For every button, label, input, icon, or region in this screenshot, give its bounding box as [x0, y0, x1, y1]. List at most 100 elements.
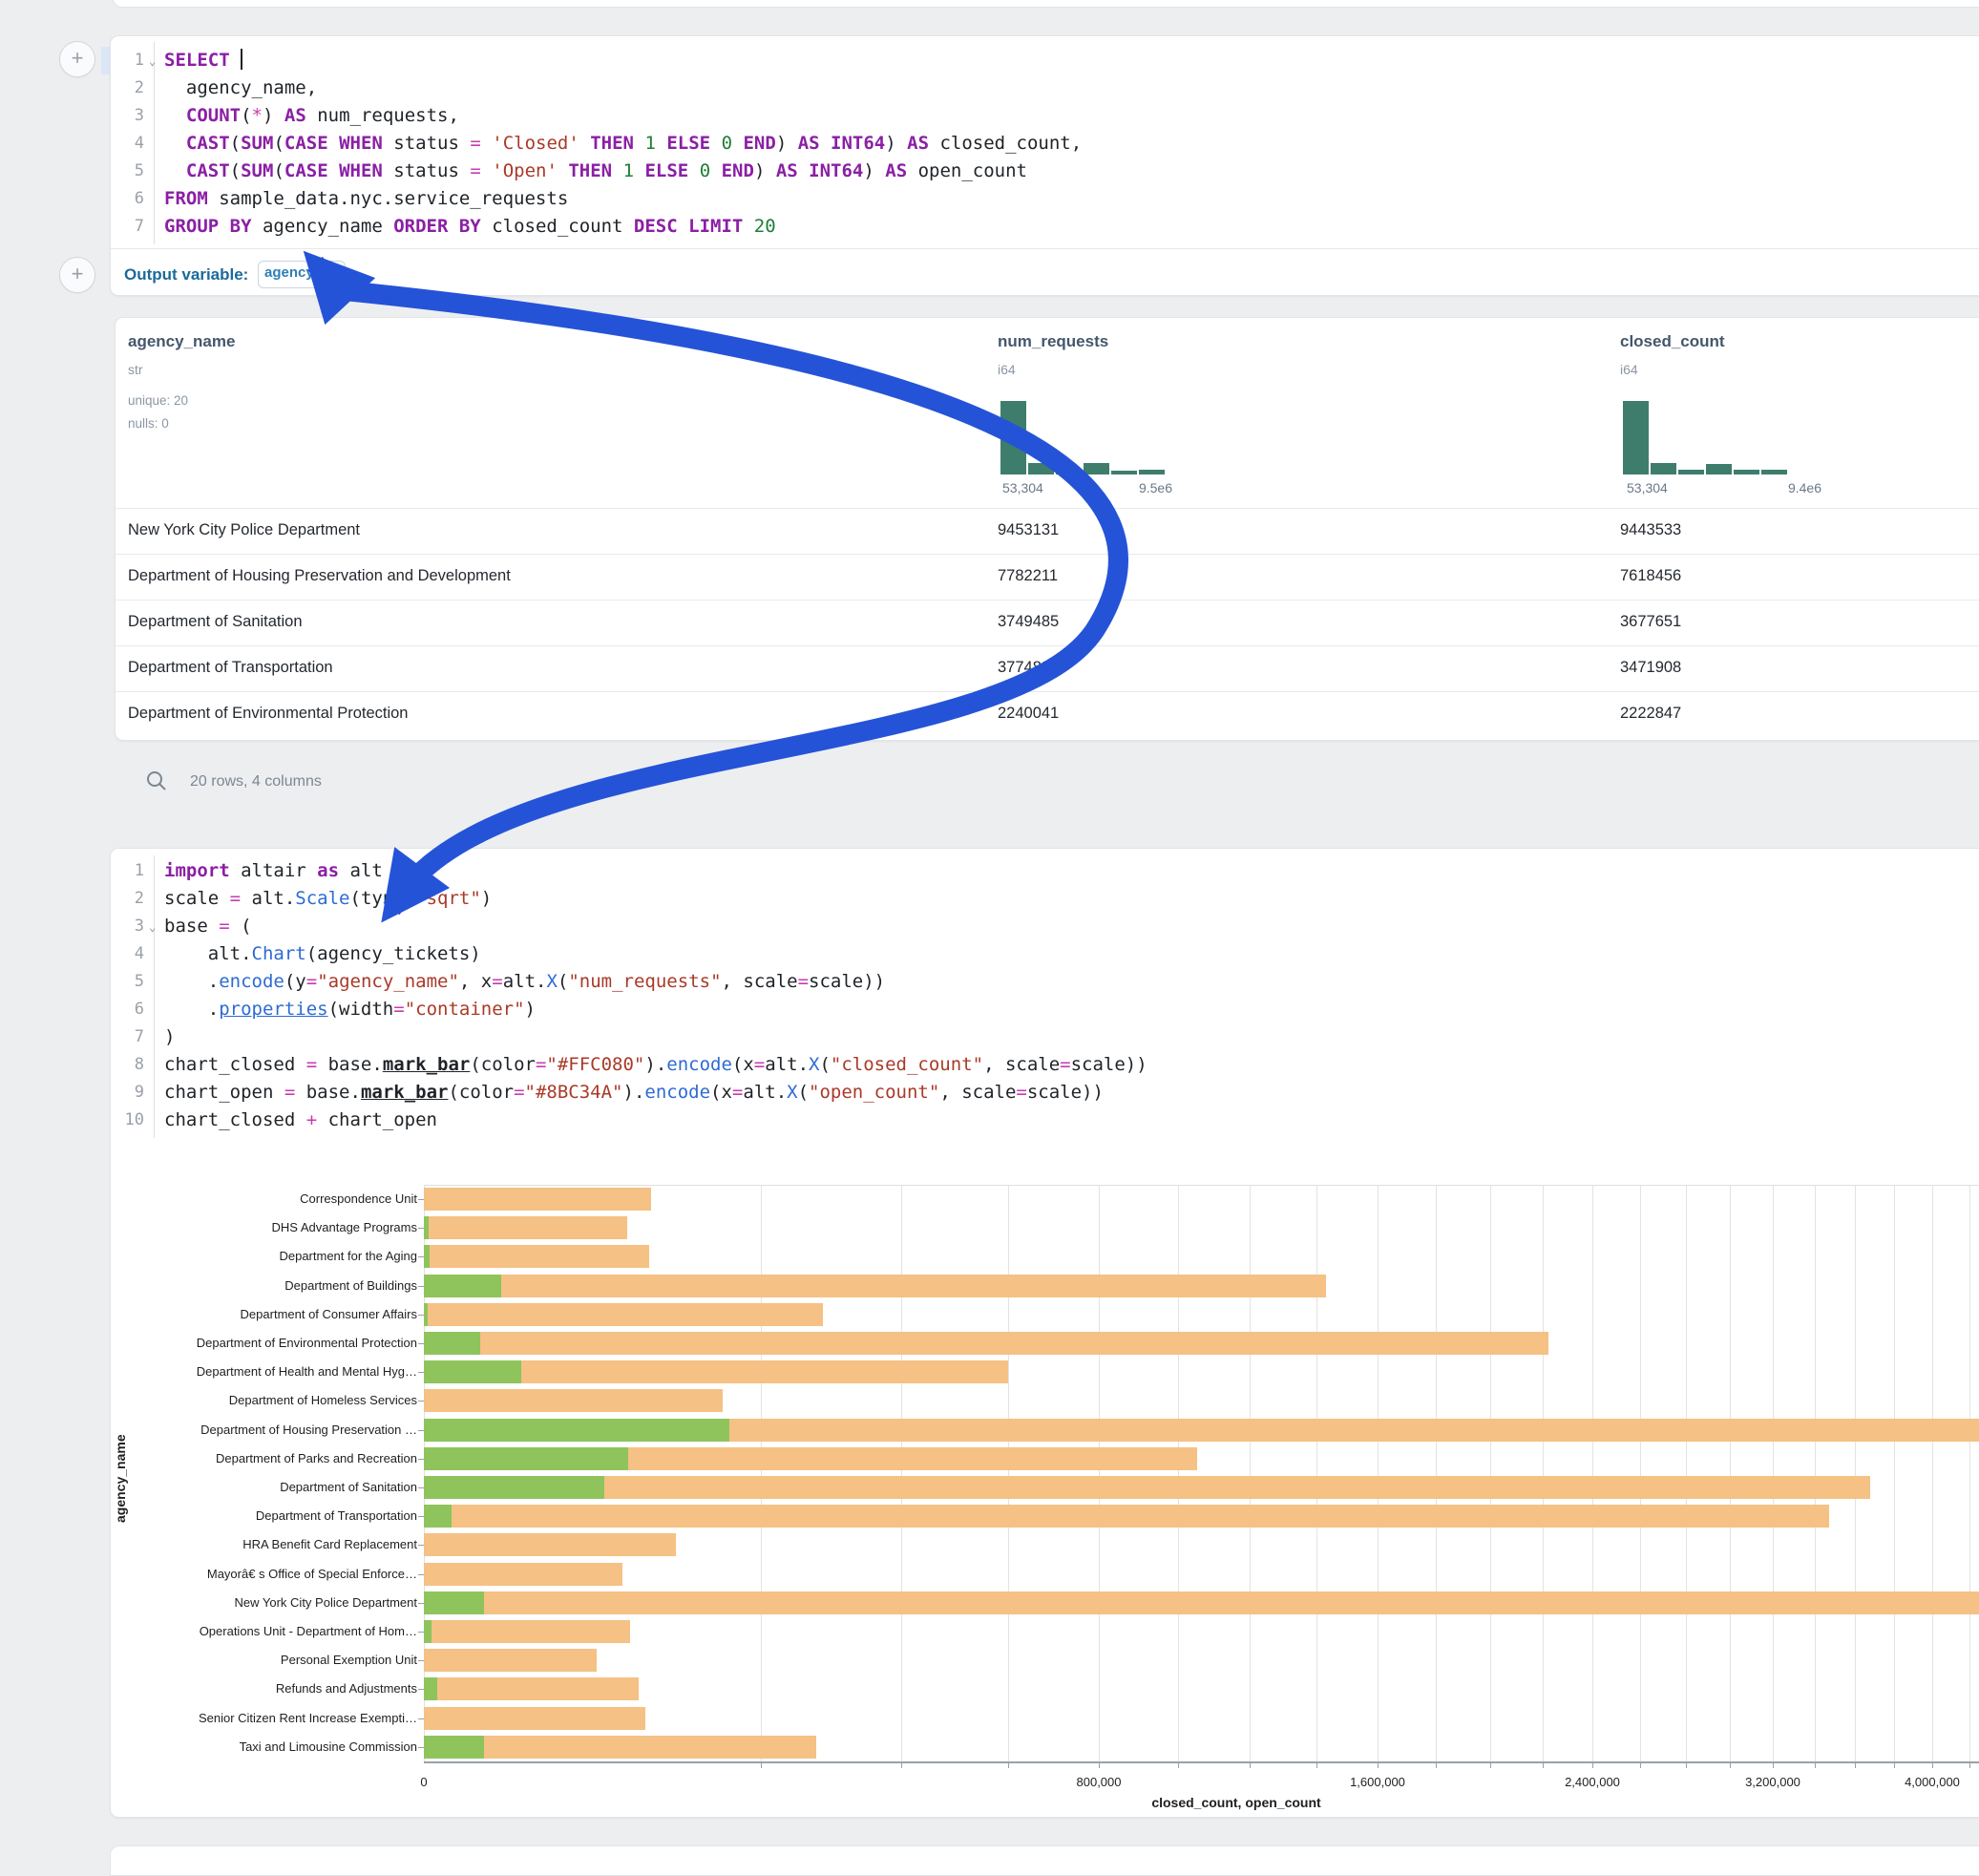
column-header-num-requests[interactable]: num_requests: [998, 332, 1108, 351]
line-number: 6: [110, 185, 144, 213]
add-cell-button-top[interactable]: +: [59, 41, 95, 77]
closed-count-bar[interactable]: [424, 1563, 622, 1586]
python-line-9[interactable]: 9chart_open = base.mark_bar(color="#8BC3…: [164, 1079, 1147, 1107]
python-line-3[interactable]: 3⌄base = (: [164, 913, 1147, 940]
open-count-bar[interactable]: [424, 1245, 430, 1268]
code-token: =: [1060, 1054, 1070, 1075]
closed-count-bar[interactable]: [424, 1505, 1829, 1528]
open-count-bar[interactable]: [424, 1591, 484, 1614]
plot-left-border: [424, 1185, 425, 1761]
gridline: [1436, 1185, 1437, 1761]
code-token: sample_data.nyc.service_requests: [208, 188, 569, 209]
line-number: 6: [110, 996, 144, 1023]
x-axis-tick-label: 800,000: [1077, 1775, 1122, 1789]
sql-line-1[interactable]: 1⌄SELECT: [164, 47, 1082, 74]
code-token: [798, 160, 809, 181]
open-count-bar[interactable]: [424, 1620, 432, 1643]
code-token: AS: [885, 160, 907, 181]
x-axis-tick-label: 1,600,000: [1350, 1775, 1405, 1789]
closed-count-bar[interactable]: [424, 1649, 597, 1672]
python-line-7[interactable]: 7): [164, 1023, 1147, 1051]
closed-count-hist-max: 9.4e6: [1788, 480, 1821, 495]
collapse-chevron-icon[interactable]: ⌄: [149, 48, 156, 75]
closed-count-bar[interactable]: [424, 1620, 630, 1643]
open-count-bar[interactable]: [424, 1216, 429, 1239]
sql-line-4[interactable]: 4 CAST(SUM(CASE WHEN status = 'Closed' T…: [164, 130, 1082, 158]
open-count-bar[interactable]: [424, 1332, 480, 1355]
sql-code-editor[interactable]: 1⌄SELECT 2 agency_name,3 COUNT(*) AS num…: [164, 47, 1082, 241]
open-count-bar[interactable]: [424, 1476, 604, 1499]
closed-count-bar[interactable]: [424, 1677, 639, 1700]
closed-count-bar[interactable]: [424, 1332, 1548, 1355]
python-line-4[interactable]: 4 alt.Chart(agency_tickets): [164, 940, 1147, 968]
sql-line-6[interactable]: 6FROM sample_data.nyc.service_requests: [164, 185, 1082, 213]
code-token: +: [306, 1109, 317, 1130]
code-token: (color: [448, 1082, 514, 1103]
collapse-chevron-icon[interactable]: ⌄: [149, 914, 156, 941]
add-cell-button-middle[interactable]: +: [59, 257, 95, 293]
code-token: (agency_tickets): [306, 943, 481, 964]
table-row[interactable]: New York City Police Department945313194…: [116, 508, 1979, 555]
python-line-2[interactable]: 2scale = alt.Scale(type="sqrt"): [164, 885, 1147, 913]
table-row[interactable]: Department of Sanitation37494853677651: [116, 600, 1979, 646]
closed-count-bar[interactable]: [424, 1275, 1326, 1297]
code-token: "#8BC34A": [525, 1082, 623, 1103]
output-variable-label: Output variable:: [124, 265, 248, 285]
open-count-bar[interactable]: [424, 1447, 628, 1470]
python-line-8[interactable]: 8chart_closed = base.mark_bar(color="#FF…: [164, 1051, 1147, 1079]
code-token: (: [273, 160, 284, 181]
code-token: "#FFC080": [546, 1054, 644, 1075]
closed-count-bar[interactable]: [424, 1216, 627, 1239]
code-token: "open_count": [809, 1082, 939, 1103]
closed-count-bar[interactable]: [424, 1533, 676, 1556]
x-axis-tick-label: 3,200,000: [1745, 1775, 1800, 1789]
category-label: Department of Housing Preservation …: [131, 1423, 417, 1437]
search-icon[interactable]: [145, 769, 168, 792]
open-count-bar[interactable]: [424, 1360, 521, 1383]
code-token: (color: [470, 1054, 536, 1075]
code-token: AS: [798, 133, 820, 154]
table-row[interactable]: Department of Housing Preservation and D…: [116, 554, 1979, 601]
code-token: ): [263, 105, 284, 126]
table-row[interactable]: Department of Environmental Protection22…: [116, 691, 1979, 738]
sql-line-7[interactable]: 7GROUP BY agency_name ORDER BY closed_co…: [164, 213, 1082, 241]
open-count-bar[interactable]: [424, 1505, 452, 1528]
x-axis-tick-label: 4,000,000: [1905, 1775, 1960, 1789]
gridline: [1008, 1185, 1009, 1761]
code-token: THEN: [590, 133, 634, 154]
closed-count-bar[interactable]: [424, 1303, 823, 1326]
sql-line-2[interactable]: 2 agency_name,: [164, 74, 1082, 102]
python-line-5[interactable]: 5 .encode(y="agency_name", x=alt.X("num_…: [164, 968, 1147, 996]
closed-count-bar[interactable]: [424, 1188, 651, 1211]
column-header-closed-count[interactable]: closed_count: [1620, 332, 1725, 351]
open-count-bar[interactable]: [424, 1275, 501, 1297]
code-token: , scale: [983, 1054, 1060, 1075]
python-line-6[interactable]: 6 .properties(width="container"): [164, 996, 1147, 1023]
category-label: Department of Homeless Services: [131, 1393, 417, 1407]
code-token: (: [230, 916, 252, 937]
python-code-editor[interactable]: 1import altair as alt2scale = alt.Scale(…: [164, 857, 1147, 1134]
closed-count-bar[interactable]: [424, 1476, 1870, 1499]
gridline: [1969, 1185, 1970, 1761]
closed-count-bar[interactable]: [424, 1389, 723, 1412]
sql-line-5[interactable]: 5 CAST(SUM(CASE WHEN status = 'Open' THE…: [164, 158, 1082, 185]
column-header-agency-name[interactable]: agency_name: [128, 332, 235, 351]
closed-count-bar[interactable]: [424, 1245, 649, 1268]
line-number: 9: [110, 1079, 144, 1107]
sql-line-3[interactable]: 3 COUNT(*) AS num_requests,: [164, 102, 1082, 130]
gridline: [1855, 1185, 1856, 1761]
code-token: =: [514, 1082, 524, 1103]
open-count-bar[interactable]: [424, 1677, 437, 1700]
code-token: =: [284, 1082, 295, 1103]
open-count-bar[interactable]: [424, 1419, 729, 1442]
output-variable-chip[interactable]: agency_tickets: [258, 261, 346, 288]
code-token: altair: [230, 860, 318, 881]
open-count-bar[interactable]: [424, 1303, 428, 1326]
table-row[interactable]: Department of Transportation377489234719…: [116, 645, 1979, 692]
code-token: X: [546, 971, 557, 992]
closed-count-bar[interactable]: [424, 1707, 645, 1730]
python-line-10[interactable]: 10chart_closed + chart_open: [164, 1107, 1147, 1134]
closed-count-bar[interactable]: [424, 1591, 1979, 1614]
python-line-1[interactable]: 1import altair as alt: [164, 857, 1147, 885]
open-count-bar[interactable]: [424, 1736, 484, 1759]
